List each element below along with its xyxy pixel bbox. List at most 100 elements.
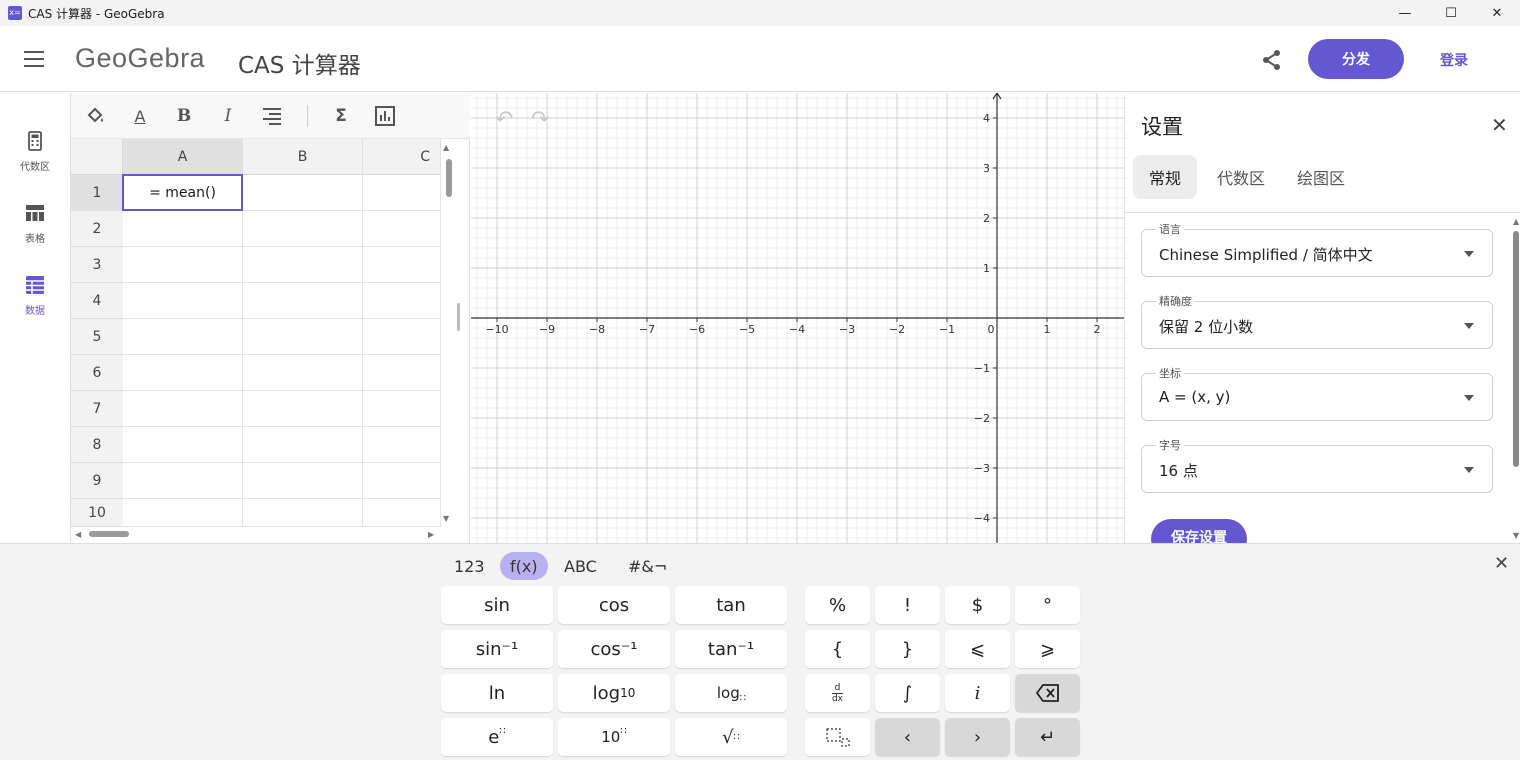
minimize-button[interactable]: —	[1382, 0, 1428, 26]
row-header[interactable]: 4	[71, 283, 123, 319]
nav-item-table[interactable]: 表格	[0, 203, 70, 245]
sheet-cell[interactable]	[243, 463, 363, 499]
sheet-cell[interactable]	[123, 355, 243, 391]
sheet-cell[interactable]	[123, 499, 243, 527]
sheet-cell[interactable]	[243, 355, 363, 391]
language-select[interactable]: 语言 Chinese Simplified / 简体中文	[1141, 221, 1493, 277]
key-ln[interactable]: ln	[441, 674, 553, 712]
sum-icon[interactable]: Σ	[330, 105, 352, 127]
key-pow10[interactable]: 10 ∷	[558, 718, 670, 756]
undo-icon[interactable]: ↶	[495, 107, 513, 132]
chart-icon[interactable]	[374, 105, 396, 127]
key-derivative[interactable]: d dx	[805, 674, 870, 712]
text-color-icon[interactable]: A	[129, 105, 151, 127]
nav-item-data[interactable]: 数据	[0, 275, 70, 317]
key-factorial[interactable]: !	[875, 586, 940, 624]
login-button[interactable]: 登录	[1440, 50, 1468, 70]
sheet-cell[interactable]	[363, 355, 441, 391]
sheet-cell[interactable]	[363, 319, 441, 355]
key-arctan[interactable]: tan⁻¹	[675, 630, 787, 668]
sheet-cell[interactable]	[243, 499, 363, 527]
coordinates-select[interactable]: 坐标 A = (x, y)	[1141, 365, 1493, 421]
settings-scroll-down[interactable]: ▼	[1513, 531, 1519, 540]
tab-graphics[interactable]: 绘图区	[1281, 155, 1361, 199]
sheet-cell[interactable]	[123, 319, 243, 355]
tab-general[interactable]: 常规	[1133, 155, 1198, 199]
key-greater-equal[interactable]: ⩾	[1015, 630, 1080, 668]
close-window-button[interactable]: ✕	[1474, 0, 1520, 26]
tab-algebra[interactable]: 代数区	[1201, 155, 1281, 199]
column-header-c[interactable]: C	[363, 139, 441, 175]
fill-color-icon[interactable]	[85, 105, 107, 127]
sheet-cell[interactable]	[123, 391, 243, 427]
sheet-cell[interactable]	[123, 427, 243, 463]
key-imaginary[interactable]: i	[945, 674, 1010, 712]
row-header[interactable]: 3	[71, 247, 123, 283]
pane-resize-handle[interactable]	[457, 303, 460, 331]
key-cursor-right[interactable]: ›	[945, 718, 1010, 756]
column-header-a[interactable]: A	[123, 139, 243, 175]
coordinate-plane[interactable]: −10 −9 −8 −7 −6 −5 −4 −3 −2 −1 0 1 24321−1−2−3−4	[471, 93, 1124, 543]
row-header[interactable]: 2	[71, 211, 123, 247]
key-dollar[interactable]: $	[945, 586, 1010, 624]
sheet-cell[interactable]	[243, 283, 363, 319]
bold-icon[interactable]: B	[173, 105, 195, 127]
key-percent[interactable]: %	[805, 586, 870, 624]
settings-scroll-up[interactable]: ▲	[1513, 217, 1519, 226]
graphics-view[interactable]: −10 −9 −8 −7 −6 −5 −4 −3 −2 −1 0 1 2 4 3 2 1 −1 −2 −3 −4 ↶ ↷	[471, 93, 1124, 543]
key-arccos[interactable]: cos⁻¹	[558, 630, 670, 668]
scroll-up-arrow[interactable]: ▲	[443, 143, 449, 152]
key-backspace[interactable]	[1015, 674, 1080, 712]
sheet-cell[interactable]	[243, 319, 363, 355]
scroll-right-arrow[interactable]: ▶	[428, 530, 434, 539]
sheet-cell[interactable]	[363, 391, 441, 427]
share-button[interactable]: 分发	[1308, 39, 1404, 79]
settings-scrollbar[interactable]	[1513, 231, 1519, 467]
key-right-brace[interactable]: }	[875, 630, 940, 668]
sheet-cell[interactable]	[363, 211, 441, 247]
row-header[interactable]: 1	[71, 175, 123, 211]
key-exp[interactable]: e ∷	[441, 718, 553, 756]
row-header[interactable]: 9	[71, 463, 123, 499]
key-subscript[interactable]	[805, 718, 870, 756]
row-header[interactable]: 8	[71, 427, 123, 463]
sheet-cell[interactable]	[363, 463, 441, 499]
sheet-cell[interactable]	[363, 175, 441, 211]
scroll-down-arrow[interactable]: ▼	[443, 514, 449, 523]
scroll-left-arrow[interactable]: ◀	[75, 530, 81, 539]
sheet-cell[interactable]	[363, 427, 441, 463]
key-degree[interactable]: °	[1015, 586, 1080, 624]
sheet-cell[interactable]	[243, 175, 363, 211]
rounding-select[interactable]: 精确度 保留 2 位小数	[1141, 293, 1493, 349]
keyboard-tab-functions[interactable]: f(x)	[500, 552, 548, 580]
key-sin[interactable]: sin	[441, 586, 553, 624]
key-integral[interactable]: ∫	[875, 674, 940, 712]
keyboard-tab-symbols[interactable]: #&¬	[618, 552, 677, 580]
key-arcsin[interactable]: sin⁻¹	[441, 630, 553, 668]
maximize-button[interactable]: ☐	[1428, 0, 1474, 26]
key-tan[interactable]: tan	[675, 586, 787, 624]
row-header[interactable]: 5	[71, 319, 123, 355]
key-less-equal[interactable]: ⩽	[945, 630, 1010, 668]
sheet-cell[interactable]	[363, 499, 441, 527]
sheet-cell[interactable]	[363, 283, 441, 319]
vertical-scrollbar[interactable]	[446, 159, 452, 197]
sheet-cell[interactable]	[123, 283, 243, 319]
key-log10[interactable]: log 10	[558, 674, 670, 712]
nav-item-algebra[interactable]: 代数区	[0, 131, 70, 173]
sheet-cell[interactable]	[243, 211, 363, 247]
align-icon[interactable]	[261, 105, 283, 127]
column-header-b[interactable]: B	[243, 139, 363, 175]
sheet-cell[interactable]	[123, 463, 243, 499]
sheet-cell[interactable]	[243, 247, 363, 283]
horizontal-scrollbar[interactable]	[89, 531, 129, 537]
sheet-cell[interactable]	[123, 211, 243, 247]
row-header[interactable]: 6	[71, 355, 123, 391]
sheet-cell[interactable]	[243, 427, 363, 463]
keyboard-tab-letters[interactable]: ABC	[554, 552, 607, 580]
key-log-base[interactable]: log ∷	[675, 674, 787, 712]
menu-icon[interactable]	[24, 51, 44, 67]
key-left-brace[interactable]: {	[805, 630, 870, 668]
italic-icon[interactable]: I	[217, 105, 239, 127]
sheet-cell[interactable]	[363, 247, 441, 283]
